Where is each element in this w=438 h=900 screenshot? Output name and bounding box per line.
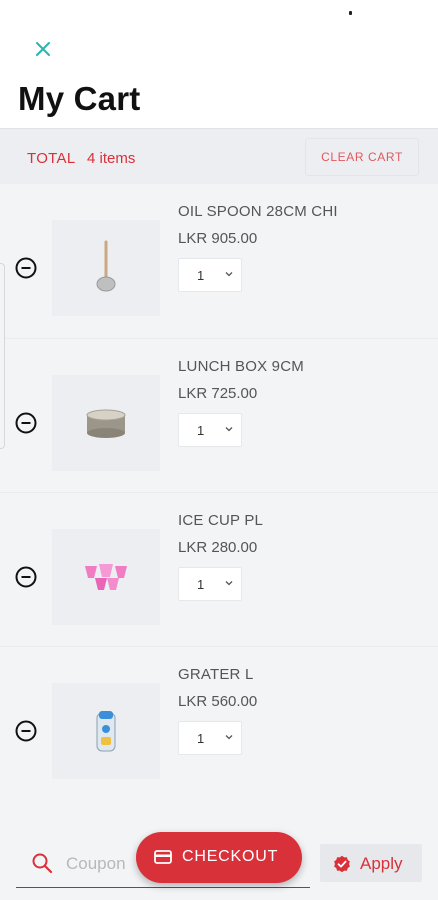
lunch-box-image (86, 409, 126, 438)
minus-circle-icon (15, 566, 37, 588)
quantity-value: 1 (197, 577, 205, 592)
chevron-down-icon (225, 272, 233, 277)
item-price: LKR 725.00 (178, 385, 258, 402)
item-price: LKR 905.00 (178, 230, 258, 247)
checkout-label: CHECKOUT (182, 848, 279, 865)
cart-summary-bar: TOTAL 4 items CLEAR CART (0, 128, 438, 184)
quantity-select[interactable]: 1 (178, 413, 242, 447)
item-count: 4 items (87, 150, 136, 167)
search-icon (32, 853, 53, 874)
oil-spoon-image (96, 240, 116, 292)
checkout-button[interactable]: CHECKOUT (136, 832, 302, 883)
remove-item-button[interactable] (15, 412, 37, 434)
item-name: OIL SPOON 28CM CHI (178, 203, 338, 220)
cart-item: ICE CUP PL LKR 280.00 1 (0, 492, 438, 646)
quantity-select[interactable]: 1 (178, 721, 242, 755)
page-title: My Cart (18, 80, 141, 117)
ice-cup-image (85, 564, 127, 590)
product-image (52, 220, 160, 316)
remove-item-button[interactable] (15, 566, 37, 588)
item-price: LKR 560.00 (178, 693, 258, 710)
total-label: TOTAL (27, 150, 76, 167)
quantity-select[interactable]: 1 (178, 567, 242, 601)
remove-item-button[interactable] (15, 720, 37, 742)
chevron-down-icon (225, 735, 233, 740)
apply-label: Apply (360, 854, 403, 873)
item-name: GRATER L (178, 666, 254, 683)
minus-circle-icon (15, 412, 37, 434)
cart-item: GRATER L LKR 560.00 1 (0, 646, 438, 800)
quantity-value: 1 (197, 268, 205, 283)
remove-item-button[interactable] (15, 257, 37, 279)
clear-cart-button[interactable]: CLEAR CART (305, 138, 419, 176)
verified-badge-icon (334, 855, 350, 873)
quantity-select[interactable]: 1 (178, 258, 242, 292)
credit-card-icon (154, 850, 172, 864)
cart-item: LUNCH BOX 9CM LKR 725.00 1 (0, 338, 438, 492)
cart-item-list: OIL SPOON 28CM CHI LKR 905.00 1 LUNCH BO… (0, 184, 438, 800)
product-image (52, 683, 160, 779)
chevron-down-icon (225, 427, 233, 432)
quantity-value: 1 (197, 731, 205, 746)
drawer-edge-handle[interactable] (0, 263, 5, 449)
product-image (52, 375, 160, 471)
apply-coupon-button[interactable]: Apply (320, 844, 422, 882)
top-header: My Cart (0, 0, 438, 128)
cart-item: OIL SPOON 28CM CHI LKR 905.00 1 (0, 184, 438, 338)
item-price: LKR 280.00 (178, 539, 258, 556)
chevron-down-icon (225, 581, 233, 586)
item-name: ICE CUP PL (178, 512, 264, 529)
minus-circle-icon (15, 720, 37, 742)
quantity-value: 1 (197, 423, 205, 438)
grater-image (96, 711, 116, 752)
close-button[interactable] (32, 38, 54, 60)
close-icon (36, 42, 50, 56)
product-image (52, 529, 160, 625)
minus-circle-icon (15, 257, 37, 279)
item-name: LUNCH BOX 9CM (178, 358, 304, 375)
status-dot (349, 11, 352, 15)
